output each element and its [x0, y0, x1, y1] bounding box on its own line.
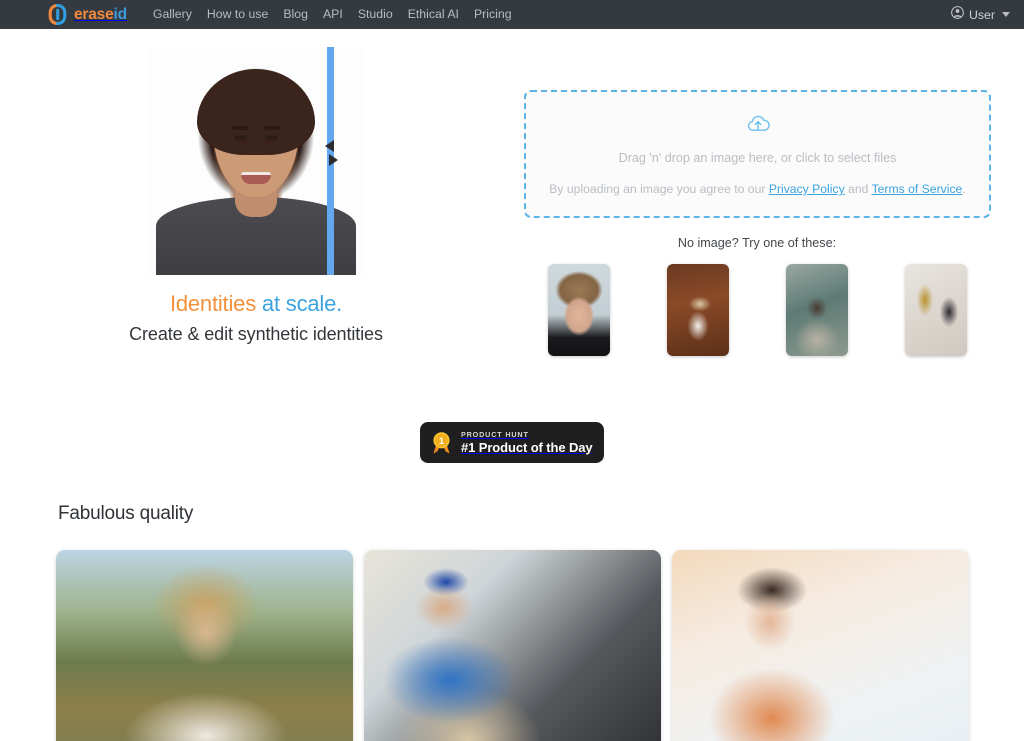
product-hunt-badge[interactable]: 1 PRODUCT HUNT #1 Product of the Day — [420, 422, 604, 463]
sample-images-row — [512, 264, 1024, 356]
gold-medal-icon: 1 — [431, 431, 452, 455]
comparison-slider-handle[interactable] — [323, 135, 339, 171]
hero-tagline: Identities at scale. — [170, 291, 342, 317]
nav-item-api[interactable]: API — [323, 8, 343, 21]
sample-image-4[interactable] — [904, 264, 967, 356]
brand-text: eraseid — [74, 6, 127, 24]
product-hunt-title: #1 Product of the Day — [461, 440, 593, 455]
before-after-comparison[interactable] — [148, 47, 364, 275]
gallery-section-title: Fabulous quality — [58, 503, 194, 524]
legal-middle: and — [844, 182, 872, 196]
hero-subtagline: Create & edit synthetic identities — [129, 324, 383, 344]
brand-logo[interactable]: eraseid — [48, 3, 127, 26]
user-menu-label: User — [969, 7, 995, 22]
gallery-card-3[interactable] — [672, 550, 969, 741]
gallery-grid — [56, 550, 969, 741]
product-hunt-texts: PRODUCT HUNT #1 Product of the Day — [461, 430, 593, 455]
top-navbar: eraseid Gallery How to use Blog API Stud… — [0, 0, 1024, 29]
terms-of-service-link[interactable]: Terms of Service — [872, 182, 963, 196]
nav-item-gallery[interactable]: Gallery — [153, 8, 192, 21]
legal-prefix: By uploading an image you agree to our — [549, 182, 769, 196]
dropzone-hint: Drag 'n' drop an image here, or click to… — [618, 151, 897, 165]
upload-section: Drag 'n' drop an image here, or click to… — [512, 29, 1024, 356]
sample-image-3[interactable] — [785, 264, 848, 356]
sample-image-1[interactable] — [547, 264, 610, 356]
nav-item-blog[interactable]: Blog — [283, 8, 308, 21]
svg-text:1: 1 — [439, 436, 445, 447]
samples-label: No image? Try one of these: — [677, 236, 837, 250]
primary-nav: Gallery How to use Blog API Studio Ethic… — [153, 8, 512, 21]
page-content: Identities at scale. Create & edit synth… — [0, 29, 1024, 741]
arrow-left-icon — [324, 140, 334, 152]
brand-text-erase: erase — [74, 5, 114, 23]
nav-item-studio[interactable]: Studio — [358, 8, 393, 21]
user-menu-button[interactable]: User — [951, 0, 1010, 29]
product-hunt-badge-wrap: 1 PRODUCT HUNT #1 Product of the Day — [0, 422, 1024, 463]
hero-section: Identities at scale. Create & edit synth… — [0, 47, 512, 345]
cloud-upload-icon — [746, 114, 770, 138]
legal-suffix: . — [962, 182, 966, 196]
nav-item-pricing[interactable]: Pricing — [474, 8, 512, 21]
sample-image-2[interactable] — [666, 264, 729, 356]
privacy-policy-link[interactable]: Privacy Policy — [769, 182, 845, 196]
eraseid-logo-icon — [48, 3, 67, 26]
gallery-card-1[interactable] — [56, 550, 353, 741]
user-circle-icon — [951, 5, 964, 24]
nav-item-ethical-ai[interactable]: Ethical AI — [408, 8, 459, 21]
product-hunt-kicker: PRODUCT HUNT — [461, 430, 529, 439]
hero-tagline-blue: at scale. — [261, 291, 343, 316]
dropzone-legal-text: By uploading an image you agree to our P… — [549, 182, 965, 196]
nav-item-how-to-use[interactable]: How to use — [207, 8, 269, 21]
hero-tagline-orange: Identities — [169, 291, 256, 316]
gallery-card-2[interactable] — [364, 550, 661, 741]
file-dropzone[interactable]: Drag 'n' drop an image here, or click to… — [524, 90, 991, 218]
chevron-down-icon — [1002, 12, 1010, 17]
brand-text-id: id — [113, 5, 128, 23]
arrow-right-icon — [328, 154, 338, 166]
